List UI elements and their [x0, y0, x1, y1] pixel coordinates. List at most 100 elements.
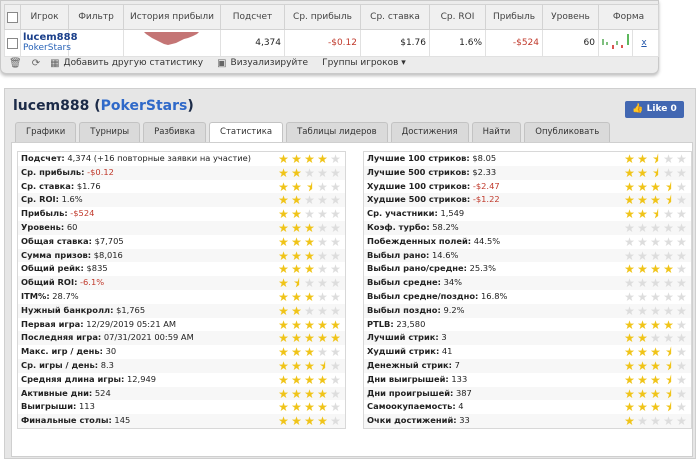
- star-icon: ★: [291, 165, 302, 180]
- star-rating: ★ ★ ★ ★ ★: [623, 319, 689, 331]
- stat-value: 113: [79, 401, 95, 412]
- star-icon: ★: [304, 345, 315, 360]
- add-stat-button[interactable]: Добавить другую статистику: [64, 58, 204, 68]
- star-icon: ★: [663, 303, 674, 318]
- stat-row: Денежный стрик: 7 ★ ★ ★ ⯨ ★: [364, 358, 691, 373]
- star-icon: ★: [304, 303, 315, 318]
- star-icon: ★: [304, 372, 315, 387]
- star-icon: ★: [291, 400, 302, 415]
- star-icon: ★: [676, 193, 687, 208]
- stat-value: 1,549: [440, 208, 465, 219]
- tab-2[interactable]: Турниры: [79, 122, 141, 142]
- star-icon: ★: [637, 345, 648, 360]
- star-icon: ★: [676, 234, 687, 249]
- star-rating: ★ ★ ★ ⯨ ★: [623, 360, 689, 372]
- star-icon: ★: [676, 152, 687, 166]
- tab-6[interactable]: Достижения: [390, 122, 469, 142]
- tab-7[interactable]: Найти: [471, 122, 522, 142]
- player-cell[interactable]: lucem888 PokerStars: [20, 29, 78, 57]
- star-icon: ★: [304, 262, 315, 277]
- stat-value: -$0.12: [87, 166, 114, 177]
- star-icon: ⯨: [665, 400, 672, 415]
- remove-player-link[interactable]: x: [632, 29, 659, 57]
- star-icon: ★: [317, 152, 328, 166]
- star-icon: ★: [304, 276, 315, 291]
- column-header[interactable]: Прибыль: [485, 4, 543, 30]
- tab-1[interactable]: Графики: [15, 122, 77, 142]
- refresh-icon[interactable]: ⟳: [32, 58, 40, 69]
- star-icon: ★: [317, 165, 328, 180]
- stat-label: Нужный банкролл:: [21, 304, 114, 315]
- star-icon: ★: [330, 331, 341, 346]
- column-header[interactable]: Подсчет: [220, 4, 285, 30]
- stat-row: Подсчет: 4,374 (+16 повторные заявки на …: [18, 152, 345, 166]
- star-icon: ★: [663, 414, 674, 429]
- stat-value: $2.33: [472, 166, 497, 177]
- star-icon: ★: [291, 193, 302, 208]
- star-icon: ★: [663, 289, 674, 304]
- column-header[interactable]: Ср. ставка: [360, 4, 430, 30]
- column-header[interactable]: Ср. ROI: [429, 4, 486, 30]
- star-rating: ★ ★ ★ ★ ★: [277, 401, 343, 413]
- visualize-button[interactable]: Визуализируйте: [231, 58, 309, 68]
- stat-value: 3: [441, 332, 447, 343]
- stat-value: 07/31/2021 00:59 AM: [103, 332, 194, 343]
- player-groups-dropdown[interactable]: Группы игроков ▾: [322, 58, 406, 68]
- star-rating: ★ ★ ★ ★ ★: [623, 236, 689, 248]
- player-site-link[interactable]: PokerStars: [23, 43, 71, 53]
- tab-8[interactable]: Опубликовать: [524, 122, 611, 142]
- column-header[interactable]: История прибыли: [123, 4, 221, 30]
- stat-value: 8.3: [100, 359, 114, 370]
- select-all-checkbox[interactable]: [7, 11, 18, 23]
- column-header[interactable]: Форма: [598, 4, 659, 30]
- stat-value: 33: [459, 415, 470, 426]
- star-icon: ★: [278, 165, 289, 180]
- star-icon: ★: [624, 179, 635, 194]
- column-header[interactable]: Игрок: [20, 4, 69, 30]
- profile-site-link[interactable]: PokerStars: [101, 98, 188, 114]
- stat-row: ITM%: 28.7% ★ ★ ★ ★ ★: [18, 290, 345, 304]
- star-icon: ★: [624, 345, 635, 360]
- player-name-link[interactable]: lucem888: [23, 33, 78, 43]
- star-icon: ★: [291, 386, 302, 401]
- star-icon: ★: [330, 220, 341, 235]
- star-icon: ★: [676, 165, 687, 180]
- star-rating: ★ ★ ★ ★ ★: [277, 332, 343, 344]
- stat-row: Нужный банкролл: $1,765 ★ ★ ★ ★ ★: [18, 303, 345, 318]
- star-icon: ★: [278, 372, 289, 387]
- stat-label: Лучшие 100 стриков:: [367, 153, 470, 163]
- stat-label: Дни выигрышей:: [367, 373, 449, 384]
- stat-value: 4,374 (+16 повторные заявки на участие): [67, 153, 252, 163]
- stat-value: -6.1%: [80, 277, 105, 288]
- select-all-cell[interactable]: [4, 4, 21, 30]
- star-rating: ★ ★ ★ ⯨ ★: [623, 181, 689, 193]
- star-icon: ★: [330, 358, 341, 373]
- star-icon: ★: [624, 331, 635, 346]
- visualize-icon[interactable]: ▣: [217, 58, 226, 69]
- star-rating: ★ ★ ★ ★ ★: [623, 250, 689, 262]
- stat-label: Худшие 500 стриков:: [367, 194, 471, 205]
- column-header[interactable]: Уровень: [542, 4, 599, 30]
- star-icon: ★: [676, 276, 687, 291]
- star-icon: ⯨: [652, 152, 659, 166]
- tab-3[interactable]: Разбивка: [143, 122, 207, 142]
- tab-4[interactable]: Статистика: [209, 122, 284, 144]
- facebook-like-button[interactable]: 👍 Like 0: [625, 101, 684, 118]
- star-rating: ★ ★ ★ ★ ★: [277, 374, 343, 386]
- column-header[interactable]: Ср. прибыль: [284, 4, 361, 30]
- star-rating: ★ ★ ★ ★ ★: [277, 291, 343, 303]
- stat-value: 12,949: [127, 373, 157, 384]
- star-rating: ★ ★ ⯨ ★ ★: [277, 181, 343, 193]
- stat-label: Коэф. турбо:: [367, 221, 430, 232]
- level-cell: 60: [542, 29, 599, 57]
- row-checkbox[interactable]: [7, 37, 18, 49]
- row-select-cell[interactable]: [4, 29, 21, 57]
- add-stat-icon[interactable]: ▦: [50, 58, 59, 69]
- trash-icon[interactable]: 🗑: [9, 58, 22, 69]
- stat-row: Общая ставка: $7,705 ★ ★ ★ ★ ★: [18, 235, 345, 249]
- tab-5[interactable]: Таблицы лидеров: [286, 122, 388, 142]
- star-icon: ⯨: [306, 179, 313, 194]
- column-header[interactable]: Фильтр: [68, 4, 124, 30]
- star-icon: ★: [650, 262, 661, 277]
- star-icon: ★: [291, 414, 302, 429]
